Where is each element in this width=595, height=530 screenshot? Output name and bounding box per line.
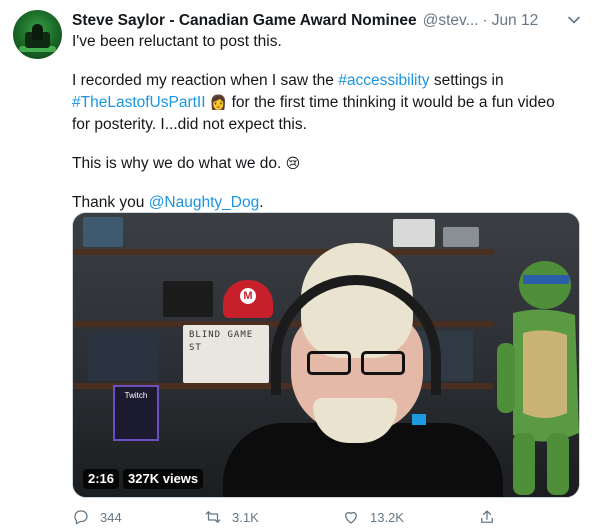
chevron-down-icon[interactable] (567, 13, 581, 27)
microphone-clip (412, 414, 426, 425)
tweet: Steve Saylor - Canadian Game Award Nomin… (0, 0, 595, 530)
text-span: I recorded my reaction when I saw the (72, 72, 339, 89)
mention-naughty-dog[interactable]: @Naughty_Dog (149, 194, 260, 211)
like-count: 13.2K (370, 509, 404, 525)
tweet-paragraph-3: This is why we do what we do. 😢 (72, 153, 577, 175)
retweet-button[interactable]: 3.1K (204, 508, 259, 526)
text-span: Thank you (72, 194, 149, 211)
text-span: . (259, 194, 264, 211)
reply-icon (74, 510, 88, 525)
share-button[interactable] (478, 508, 496, 526)
tweet-header: Steve Saylor - Canadian Game Award Nomin… (72, 11, 582, 31)
woman-emoji-icon: 👩 (209, 95, 228, 111)
author-name[interactable]: Steve Saylor - Canadian Game Award Nomin… (72, 12, 417, 30)
like-button[interactable]: 13.2K (342, 508, 404, 526)
mario-hat: M (223, 280, 273, 318)
video-frame: M BLIND GAME ST Twitch (73, 213, 579, 497)
shelf-item (88, 333, 158, 381)
text-span: This is why we do what we do. (72, 155, 286, 172)
text-span: settings in (429, 72, 504, 89)
glasses (305, 351, 409, 375)
tweet-date[interactable]: Jun 12 (492, 12, 539, 30)
video-info-badges: 2:16 327K views (83, 469, 204, 489)
tweet-paragraph-4: Thank you @Naughty_Dog. (72, 192, 577, 214)
hashtag-tlou2[interactable]: #TheLastofUsPartII (72, 94, 206, 111)
reply-button[interactable]: 344 (72, 508, 122, 526)
retweet-count: 3.1K (232, 509, 259, 525)
tweet-paragraph-1: I've been reluctant to post this. (72, 33, 282, 50)
share-icon (481, 510, 493, 523)
hashtag-accessibility[interactable]: #accessibility (338, 72, 429, 89)
heart-icon (345, 511, 357, 524)
separator-dot: · (482, 12, 488, 29)
retweet-icon (205, 511, 221, 523)
avatar[interactable] (13, 10, 62, 59)
video-player[interactable]: M BLIND GAME ST Twitch 2:16 327K views (72, 212, 580, 498)
shelf-item (443, 227, 479, 247)
shelf-item (163, 281, 213, 317)
crying-emoji-icon: 😢 (285, 156, 301, 172)
tweet-paragraph-2: I recorded my reaction when I saw the #a… (72, 70, 577, 136)
reply-count: 344 (100, 509, 122, 525)
video-views: 327K views (123, 469, 204, 489)
author-handle[interactable]: @stev... (423, 12, 479, 30)
tweet-text: I've been reluctant to post this. I reco… (72, 31, 577, 231)
shelf-item (393, 219, 435, 247)
headset (271, 275, 441, 395)
blind-gamer-sign: BLIND GAME ST (183, 325, 269, 383)
shelf (73, 249, 493, 255)
shelf-item (83, 217, 123, 247)
tweet-actions: 344 3.1K 13.2K (72, 508, 580, 528)
video-duration: 2:16 (83, 469, 120, 489)
twitch-figure: Twitch (113, 385, 159, 441)
